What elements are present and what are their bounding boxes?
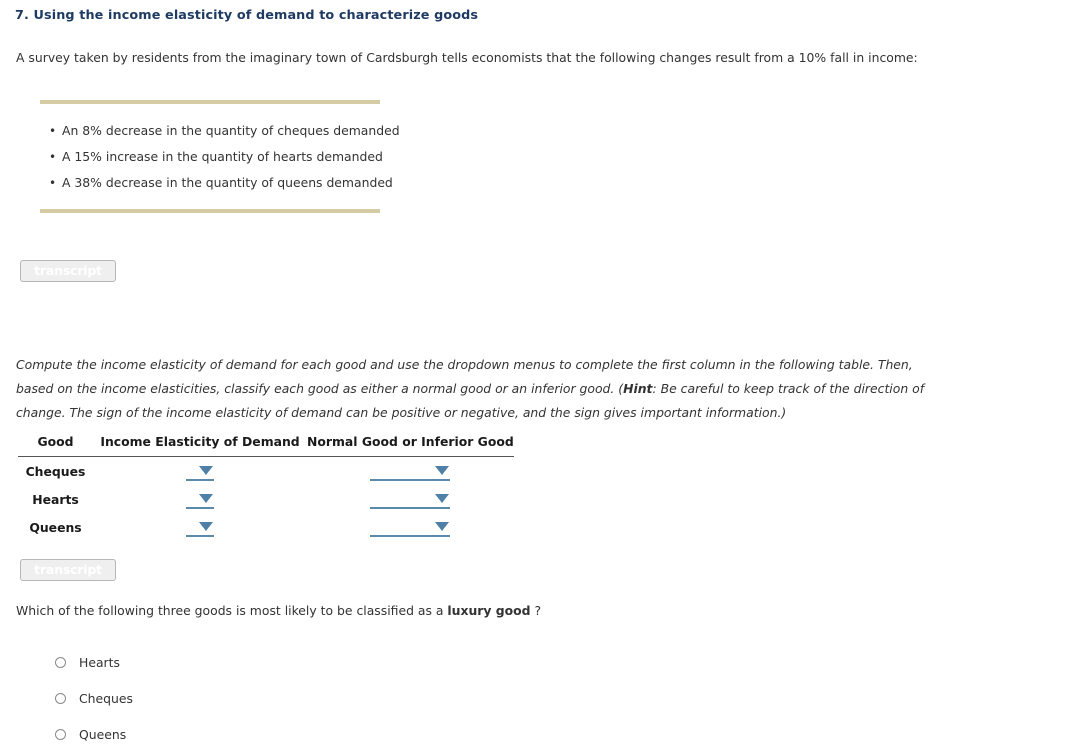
table-row: Cheques <box>18 457 514 486</box>
cell-classification-queens <box>307 513 514 541</box>
chevron-down-icon <box>435 521 450 531</box>
cell-elasticity-hearts <box>93 485 307 513</box>
radio-option-hearts[interactable]: Hearts <box>55 644 133 680</box>
table-row: Queens <box>18 513 514 541</box>
chevron-down-icon <box>199 521 213 531</box>
radio-option-cheques[interactable]: Cheques <box>55 680 133 716</box>
dropdown-classification-queens[interactable] <box>370 518 451 537</box>
chevron-down-icon <box>435 493 450 503</box>
column-header-good: Good <box>18 434 93 457</box>
instructions-paragraph: Compute the income elasticity of demand … <box>16 353 936 425</box>
divider-bottom <box>40 209 380 213</box>
dropdown-elasticity-cheques[interactable] <box>186 462 214 481</box>
radio-label-cheques: Cheques <box>79 690 133 706</box>
question-part1: Which of the following three goods is mo… <box>16 603 448 618</box>
chevron-down-icon <box>435 465 450 475</box>
transcript-button-top[interactable]: transcript <box>20 260 116 282</box>
dropdown-classification-cheques[interactable] <box>370 462 451 481</box>
list-item-label: A 15% increase in the quantity of hearts… <box>62 149 383 164</box>
column-header-elasticity: Income Elasticity of Demand <box>93 434 307 457</box>
cell-classification-hearts <box>307 485 514 513</box>
dropdown-classification-hearts[interactable] <box>370 490 451 509</box>
cell-elasticity-cheques <box>93 457 307 486</box>
cell-classification-cheques <box>307 457 514 486</box>
transcript-button-bottom[interactable]: transcript <box>20 559 116 581</box>
dropdown-elasticity-queens[interactable] <box>186 518 214 537</box>
list-item: • A 38% decrease in the quantity of quee… <box>49 170 393 196</box>
column-header-classification: Normal Good or Inferior Good <box>307 434 514 457</box>
instructions-hint-label: Hint <box>623 381 653 396</box>
list-item-label: An 8% decrease in the quantity of cheque… <box>62 123 400 138</box>
question-emphasis: luxury good <box>447 603 531 618</box>
radio-button-icon[interactable] <box>55 692 66 704</box>
list-item: • An 8% decrease in the quantity of cheq… <box>49 118 400 144</box>
question-part2: ? <box>530 603 542 618</box>
dropdown-elasticity-hearts[interactable] <box>186 490 214 509</box>
bullet-dot-icon: • <box>49 176 57 190</box>
table-row: Hearts <box>18 485 514 513</box>
cell-elasticity-queens <box>93 513 307 541</box>
page-title: 7. Using the income elasticity of demand… <box>15 8 479 23</box>
row-label-hearts: Hearts <box>32 491 79 507</box>
radio-button-icon[interactable] <box>55 728 66 740</box>
list-item-label: A 38% decrease in the quantity of queens… <box>62 175 393 190</box>
goods-table: Good Income Elasticity of Demand Normal … <box>18 434 514 541</box>
intro-paragraph: A survey taken by residents from the ima… <box>16 50 918 65</box>
list-item: • A 15% increase in the quantity of hear… <box>49 144 383 170</box>
row-label-queens: Queens <box>29 519 82 535</box>
radio-label-queens: Queens <box>79 726 127 742</box>
survey-results-block: • An 8% decrease in the quantity of cheq… <box>40 100 400 213</box>
radio-option-queens[interactable]: Queens <box>55 716 133 752</box>
bullet-dot-icon: • <box>49 124 57 138</box>
radio-button-icon[interactable] <box>55 656 66 668</box>
bullet-dot-icon: • <box>49 150 57 164</box>
radio-label-hearts: Hearts <box>79 654 120 670</box>
table-header-row: Good Income Elasticity of Demand Normal … <box>18 434 514 457</box>
question-prompt: Which of the following three goods is mo… <box>16 603 541 618</box>
chevron-down-icon <box>199 465 213 475</box>
survey-bullet-list: • An 8% decrease in the quantity of cheq… <box>40 104 400 209</box>
answer-options-group: Hearts Cheques Queens <box>55 644 133 752</box>
row-label-cheques: Cheques <box>25 463 86 479</box>
chevron-down-icon <box>199 493 213 503</box>
